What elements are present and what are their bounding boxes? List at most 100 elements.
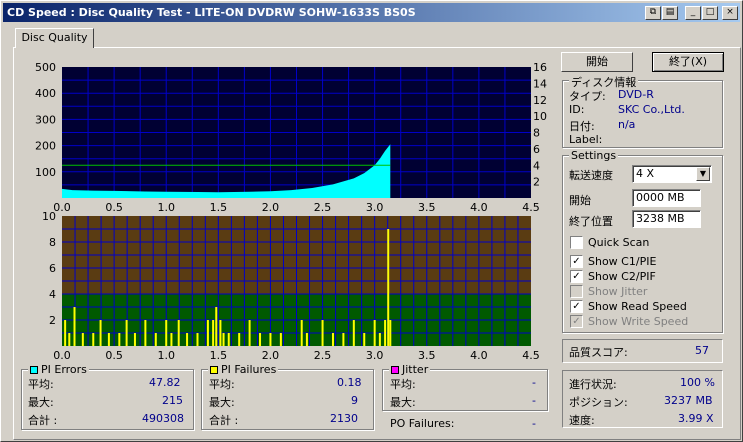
pif-max-value: 9 (351, 394, 358, 407)
pif-bar (64, 320, 67, 346)
pif-bar (73, 307, 76, 346)
chart1-xtick: 1.5 (210, 201, 228, 214)
date-label: 日付: (569, 120, 595, 133)
chart1-xtick: 0.5 (105, 201, 123, 214)
chart2-xtick: 3.0 (366, 349, 384, 362)
pif-bar (144, 320, 147, 346)
chart1-ytick: 100 (35, 166, 56, 179)
title-bar[interactable]: CD Speed : Disc Quality Test - LITE-ON D… (3, 3, 740, 22)
pif-avg-label: 平均: (209, 378, 235, 391)
quick-scan-label: Quick Scan (588, 236, 650, 249)
label-label: Label: (569, 133, 603, 146)
quality-value: 57 (695, 344, 709, 357)
chart1-y2tick: 8 (533, 127, 540, 140)
pif-bar (363, 333, 366, 346)
pif-bar (68, 333, 71, 346)
start-pos-input[interactable]: 0000 MB (632, 189, 701, 207)
date-value: n/a (618, 118, 636, 131)
pif-bar (305, 333, 308, 346)
window-title: CD Speed : Disc Quality Test - LITE-ON D… (7, 6, 416, 19)
chart2-xtick: 1.0 (157, 349, 175, 362)
help-icon[interactable]: ⧉ (645, 6, 661, 20)
pie-chart: 1002003004005002468101214160.0 0.5 1.0 1.5 2… (35, 61, 547, 214)
start-button[interactable]: 開始 (561, 52, 633, 72)
pif-bar (165, 320, 168, 346)
stop-button[interactable]: 終了(X) (652, 52, 724, 72)
po-failures-label: PO Failures: (390, 417, 455, 430)
pif-bar (352, 320, 355, 346)
pif-bar (92, 333, 95, 346)
pif-bar (387, 229, 390, 346)
start-pos-label: 開始 (569, 194, 591, 207)
pif-bar (125, 320, 128, 346)
show-c2-checkbox[interactable]: ✓ (570, 270, 583, 283)
speed-select[interactable]: 4 X ▼ (632, 165, 712, 183)
jitter-color-icon (391, 366, 399, 374)
chart2-xtick: 2.5 (314, 349, 332, 362)
pi-failures-title: PI Failures (208, 363, 279, 376)
pif-chart: 2 4 6 8 10 0.0 0.5 1.0 1.5 2.0 2.5 3.0 3.5 4.0 4.5 (42, 210, 540, 362)
pif-bar (238, 333, 241, 346)
show-c1-checkbox[interactable]: ✓ (570, 255, 583, 268)
pi-errors-title: PI Errors (28, 363, 89, 376)
show-jitter-checkbox (570, 285, 583, 298)
pie-max-value: 215 (162, 394, 183, 407)
show-write-label: Show Write Speed (588, 315, 689, 328)
quality-label: 品質スコア: (569, 346, 628, 359)
stop-label: 終了(X) (668, 55, 708, 68)
chart1-y2tick: 6 (533, 143, 540, 156)
pif-bar (186, 333, 189, 346)
show-jitter-label: Show Jitter (588, 285, 648, 298)
show-read-label: Show Read Speed (588, 300, 687, 313)
chart1-xtick: 4.5 (522, 201, 540, 214)
po-failures-value: - (532, 417, 536, 430)
chart1-y2tick: 2 (533, 176, 540, 189)
pif-bar (107, 333, 110, 346)
id-label: ID: (569, 103, 585, 116)
pif-bar (222, 333, 225, 346)
minimize-button[interactable]: _ (685, 6, 701, 20)
quick-scan-checkbox[interactable] (570, 236, 583, 249)
app-window: CD Speed : Disc Quality Test - LITE-ON D… (0, 0, 743, 442)
tab-disc-quality[interactable]: Disc Quality (15, 28, 94, 48)
chart1-ytick: 200 (35, 140, 56, 153)
progress-label: 進行状況: (569, 378, 617, 391)
tab-label: Disc Quality (21, 31, 88, 44)
chart1-ytick: 500 (35, 61, 56, 74)
speed-label: 転送速度 (569, 169, 613, 182)
end-pos-input[interactable]: 3238 MB (632, 210, 701, 228)
show-read-checkbox[interactable]: ✓ (570, 300, 583, 313)
id-value: SKC Co.,Ltd. (618, 103, 685, 116)
pi-failures-title-text: PI Failures (221, 363, 277, 376)
chevron-down-icon[interactable]: ▼ (696, 167, 710, 181)
chart1-xtick: 1.0 (157, 201, 175, 214)
jitter-max-value: - (532, 394, 536, 407)
pif-bar (212, 320, 215, 346)
chart2-xtick: 4.0 (470, 349, 488, 362)
pif-bar (196, 333, 199, 346)
pif-max-label: 最大: (209, 396, 235, 409)
pie-max-label: 最大: (28, 396, 54, 409)
pif-bar (373, 320, 376, 346)
pif-bar (384, 320, 387, 346)
chart2-ytick: 2 (49, 314, 56, 327)
pif-bar (248, 320, 251, 346)
chart2-xtick: 0.5 (105, 349, 123, 362)
pie-avg-label: 平均: (28, 378, 54, 391)
chart1-y2tick: 16 (533, 61, 547, 74)
pif-bar (342, 333, 345, 346)
chart1-ytick: 400 (35, 87, 56, 100)
progress-value: 100 % (680, 376, 715, 389)
pif-bar (279, 333, 282, 346)
chart1-y2tick: 12 (533, 94, 547, 107)
pif-bar (177, 320, 180, 346)
jitter-title-text: Jitter (402, 363, 429, 376)
charts-area: 1002003004005002468101214160.0 0.5 1.0 1.5 2… (35, 61, 547, 362)
maximize-button[interactable]: □ (702, 6, 718, 20)
close-button[interactable]: × (722, 6, 738, 20)
chart1-xtick: 3.5 (418, 201, 436, 214)
chart2-xtick: 0.0 (53, 349, 71, 362)
chart1-y2tick: 4 (533, 159, 540, 172)
chart2-xtick: 3.5 (418, 349, 436, 362)
save-icon[interactable]: ▤ (662, 6, 678, 20)
